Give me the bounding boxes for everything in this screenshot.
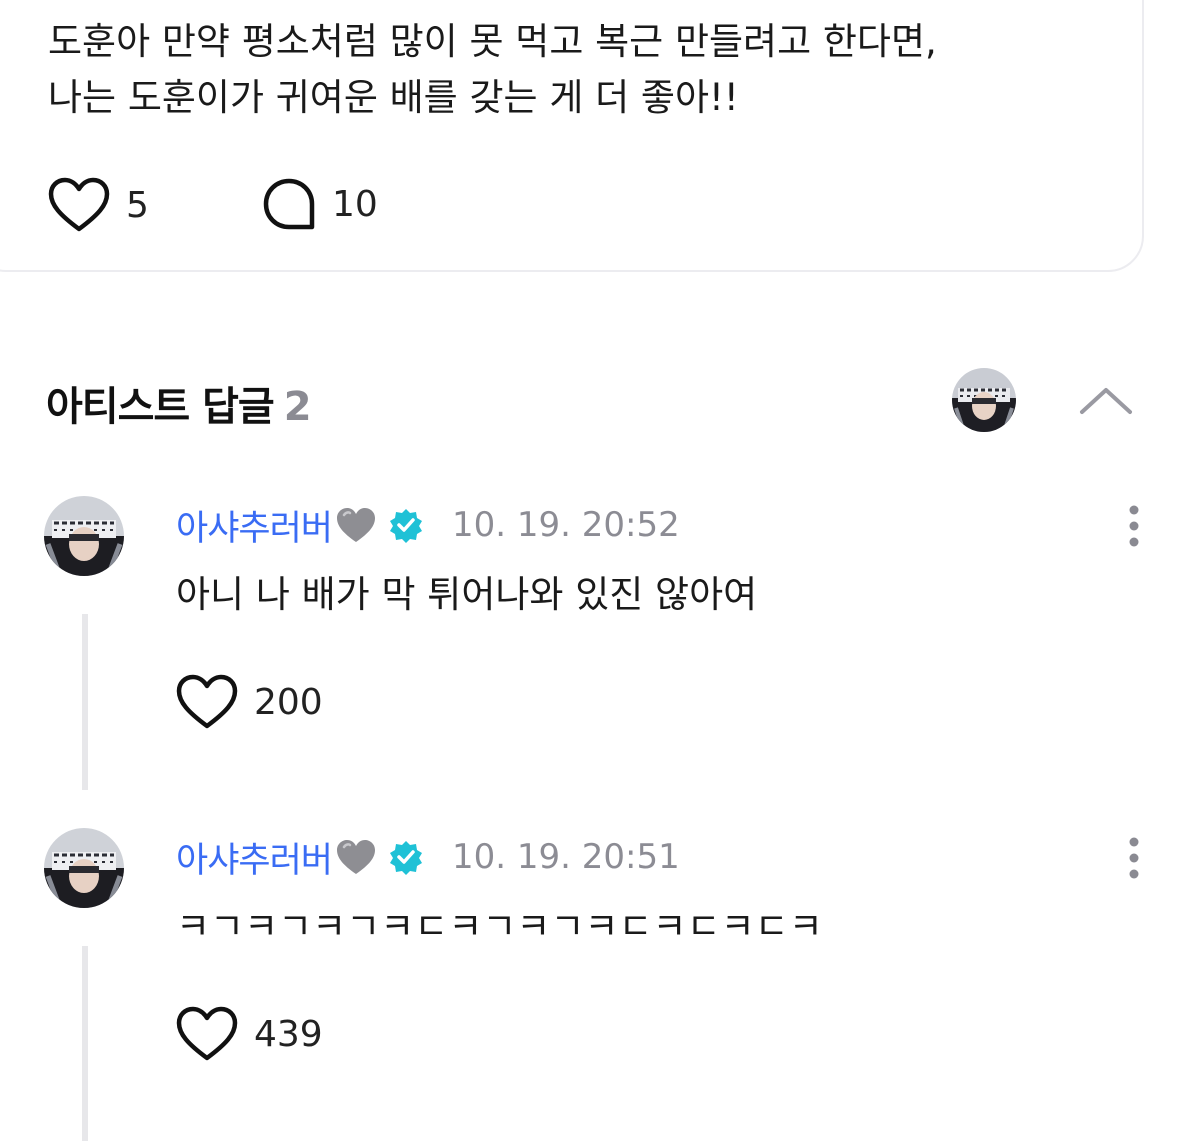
- kebab-menu-icon[interactable]: [1122, 504, 1146, 548]
- artist-replies-header: 아티스트 답글 2: [46, 368, 1156, 434]
- verified-badge-icon: [390, 841, 423, 875]
- post-text-line-1: 도훈아 만약 평소처럼 많이 못 먹고 복근 만들려고 한다면,: [48, 20, 937, 63]
- heart-outline-icon: [176, 674, 238, 729]
- grey-heart-emoji: [337, 840, 376, 874]
- artist-replies-title: 아티스트 답글 2: [46, 374, 312, 432]
- artist-replies-label: 아티스트 답글: [46, 384, 275, 430]
- comment-like-count: 439: [254, 1013, 323, 1055]
- heart-outline-icon: [176, 1006, 238, 1061]
- thread-line: [82, 946, 88, 1141]
- post-body: 도훈아 만약 평소처럼 많이 못 먹고 복근 만들려고 한다면, 나는 도훈이가…: [48, 14, 937, 126]
- comment-timestamp: 10. 19. 20:51: [452, 837, 680, 877]
- kebab-menu-icon[interactable]: [1122, 836, 1146, 880]
- comment-like-button[interactable]: 439: [176, 1006, 323, 1062]
- artist-reply-item: 아샤추러버 10. 19. 20:51 ㅋㄱㅋㄱㅋㄱㅋㄷㅋㄱㅋㄱㅋㄷㅋㄷㅋㄷㅋ …: [44, 828, 1154, 1141]
- comment-text: 아니 나 배가 막 튀어나와 있진 않아여: [176, 573, 758, 616]
- speech-bubble-icon: [263, 178, 315, 230]
- comment-text: ㅋㄱㅋㄱㅋㄱㅋㄷㅋㄱㅋㄱㅋㄷㅋㄷㅋㄷㅋ: [176, 905, 823, 948]
- comment-meta: 아샤추러버 10. 19. 20:52: [176, 500, 680, 550]
- comment-author-name[interactable]: 아샤추러버: [176, 500, 333, 551]
- thread-line: [82, 614, 88, 790]
- chevron-up-icon[interactable]: [1076, 380, 1136, 420]
- post-text-line-2: 나는 도훈이가 귀여운 배를 갖는 게 더 좋아!!: [48, 76, 739, 119]
- post-comment-button[interactable]: 10: [262, 177, 378, 231]
- comment-author-name[interactable]: 아샤추러버: [176, 832, 333, 883]
- artist-reply-item: 아샤추러버 10. 19. 20:52 아니 나 배가 막 튀어나와 있진 않아…: [44, 496, 1154, 796]
- comment-meta: 아샤추러버 10. 19. 20:51: [176, 832, 680, 882]
- grey-heart-emoji: [337, 508, 376, 542]
- artist-avatar[interactable]: [952, 368, 1016, 432]
- comment-like-button[interactable]: 200: [176, 674, 323, 730]
- heart-outline-icon: [48, 177, 110, 232]
- comment-timestamp: 10. 19. 20:52: [452, 505, 680, 545]
- comment-like-count: 200: [254, 681, 323, 723]
- post-like-button[interactable]: 5: [48, 177, 149, 233]
- post-comment-count: 10: [332, 183, 378, 225]
- post-card: 도훈아 만약 평소처럼 많이 못 먹고 복근 만들려고 한다면, 나는 도훈이가…: [0, 0, 1144, 272]
- comment-author-avatar[interactable]: [44, 496, 124, 576]
- comment-author-avatar[interactable]: [44, 828, 124, 908]
- verified-badge-icon: [390, 509, 423, 543]
- post-like-count: 5: [126, 184, 149, 226]
- artist-replies-count: 2: [283, 384, 312, 430]
- artist-replies-screen: 도훈아 만약 평소처럼 많이 못 먹고 복근 만들려고 한다면, 나는 도훈이가…: [0, 0, 1199, 1141]
